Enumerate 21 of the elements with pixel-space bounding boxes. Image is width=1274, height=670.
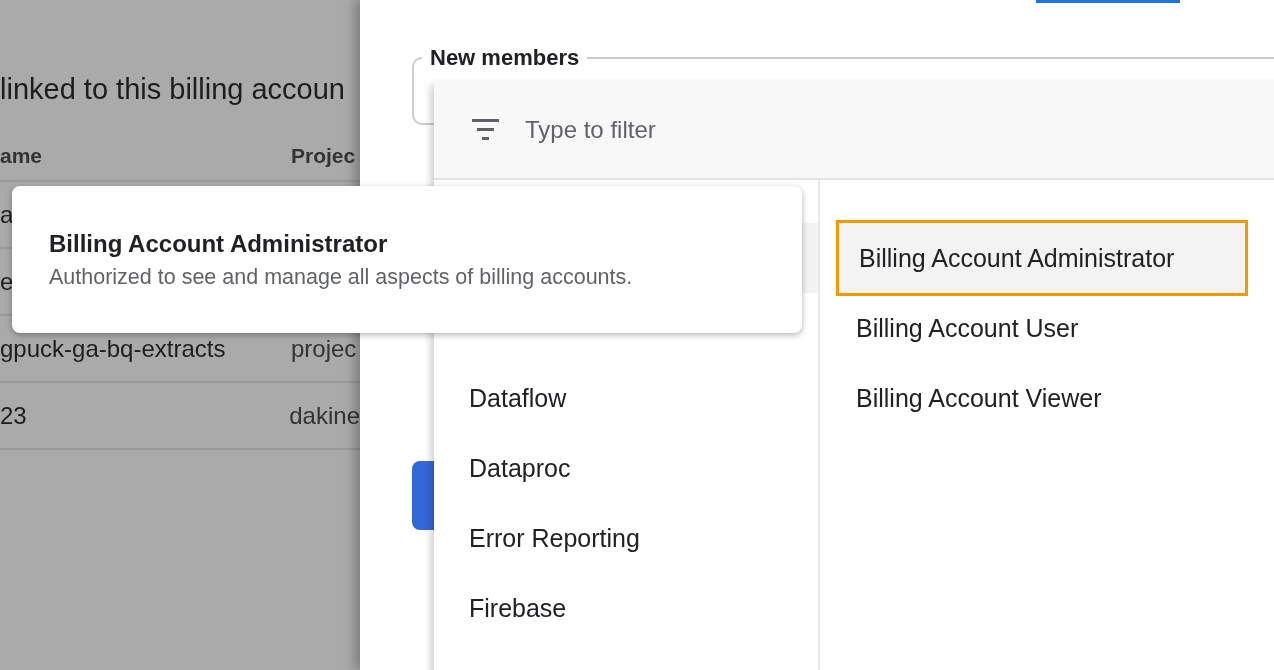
role-item[interactable]: Billing Account User bbox=[836, 293, 1248, 363]
category-item[interactable]: Firebase bbox=[434, 573, 818, 643]
page-heading: linked to this billing accoun bbox=[0, 72, 346, 107]
category-item[interactable]: Dataflow bbox=[434, 363, 818, 433]
category-item[interactable]: Error Reporting bbox=[434, 503, 818, 573]
category-item[interactable]: Dataproc bbox=[434, 433, 818, 503]
field-label: New members bbox=[429, 45, 581, 71]
table-cell: gpuck-ga-bq-extracts bbox=[0, 334, 226, 362]
filter-field[interactable]: Type to filter bbox=[525, 116, 925, 144]
tooltip-title: Billing Account Administrator bbox=[49, 229, 389, 259]
table-cell: projec bbox=[291, 334, 357, 362]
role-item[interactable]: Billing Account Viewer bbox=[836, 363, 1248, 433]
table-cell: a bbox=[0, 200, 14, 228]
tooltip-description: Authorized to see and manage all aspects of billing accounts. bbox=[49, 264, 634, 291]
table-cell: e bbox=[0, 267, 14, 295]
column-header: Projec bbox=[291, 144, 356, 167]
column-header: ame bbox=[0, 144, 43, 167]
table-cell: dakine bbox=[289, 401, 360, 429]
table-cell: 23 bbox=[0, 401, 27, 429]
filter-icon bbox=[472, 119, 499, 141]
role-item[interactable]: Billing Account Administrator bbox=[836, 220, 1248, 296]
